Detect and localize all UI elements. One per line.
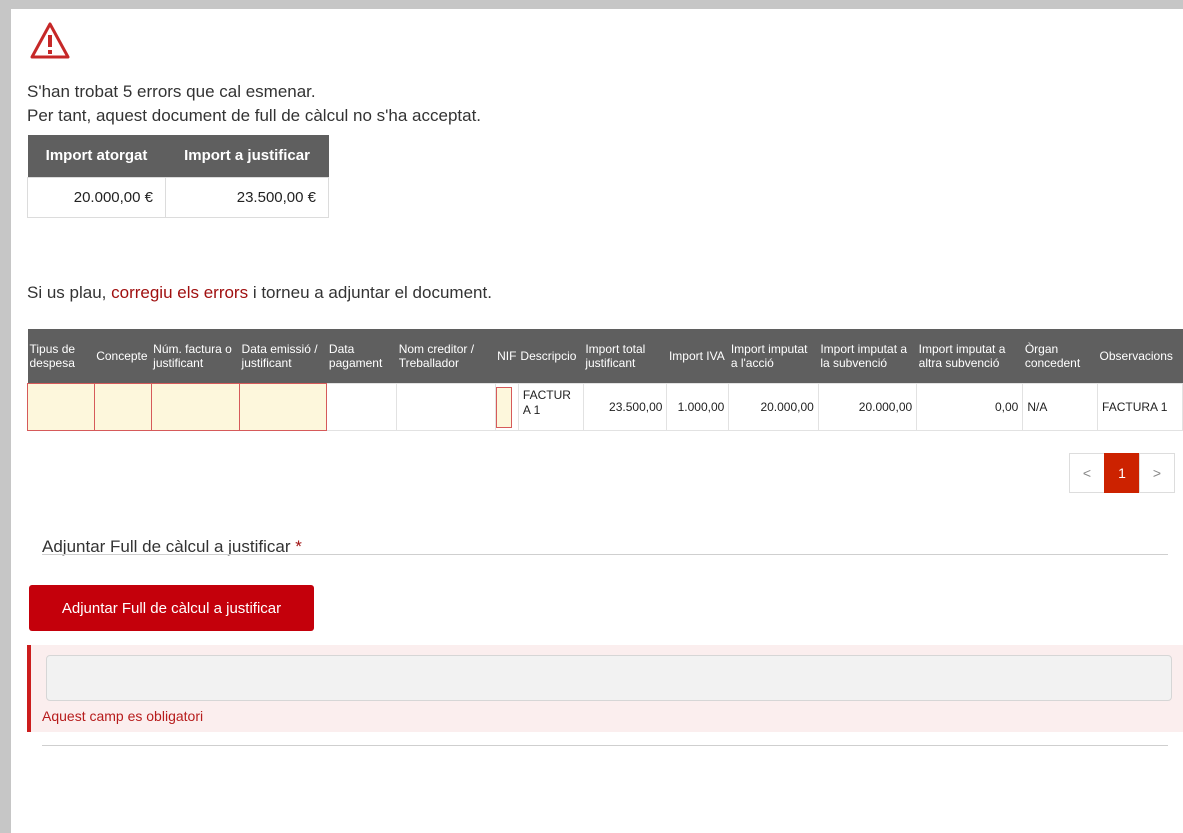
cell-concepte-error[interactable] xyxy=(93,383,152,431)
instruction-text-before: Si us plau, xyxy=(27,283,112,302)
main-panel: S'han trobat 5 errors que cal esmenar. P… xyxy=(11,9,1183,833)
col-header-import-iva: Import IVA xyxy=(666,329,729,384)
next-page-button[interactable]: > xyxy=(1139,453,1175,493)
warning-triangle-icon xyxy=(30,22,70,59)
summary-header-import-a-justificar: Import a justificar xyxy=(165,135,329,177)
cell-nif-error[interactable] xyxy=(496,386,512,428)
file-upload-field[interactable] xyxy=(46,655,1172,701)
summary-values-row: 20.000,00 € 23.500,00 € xyxy=(27,176,329,218)
table-header-row: Tipus de despesa Concepte Núm. factura o… xyxy=(27,329,1183,384)
current-page-button[interactable]: 1 xyxy=(1104,453,1140,493)
cell-nif xyxy=(494,383,519,431)
cell-observacions: FACTURA 1 xyxy=(1097,383,1183,431)
cell-import-total: 23.500,00 xyxy=(582,383,668,431)
col-header-nom-creditor: Nom creditor / Treballador xyxy=(396,329,496,384)
document-rejected-message: Per tant, aquest document de full de càl… xyxy=(27,106,482,125)
summary-value-import-atorgat: 20.000,00 € xyxy=(27,176,166,218)
col-header-tipus-despesa: Tipus de despesa xyxy=(27,329,95,384)
col-header-nif: NIF xyxy=(495,329,519,384)
bottom-divider xyxy=(42,745,1168,746)
cell-import-iva: 1.000,00 xyxy=(666,383,730,431)
cell-data-emissio-error[interactable] xyxy=(239,383,328,431)
cell-num-factura-error[interactable] xyxy=(150,383,241,431)
error-count-message: S'han trobat 5 errors que cal esmenar. xyxy=(27,82,316,101)
col-header-import-subvencio: Import imputat a la subvenció xyxy=(818,329,917,384)
cell-import-accio: 20.000,00 xyxy=(728,383,819,431)
correction-instruction: Si us plau, corregiu els errors i torneu… xyxy=(27,283,492,303)
summary-header-import-atorgat: Import atorgat xyxy=(27,135,166,177)
attach-spreadsheet-button[interactable]: Adjuntar Full de càlcul a justificar xyxy=(29,585,314,631)
cell-organ-concedent: N/A xyxy=(1022,383,1099,431)
table-row: FACTURA 1 23.500,00 1.000,00 20.000,00 2… xyxy=(27,383,1183,431)
correct-errors-link[interactable]: corregiu els errors xyxy=(111,283,248,302)
col-header-import-accio: Import imputat a l'acció xyxy=(728,329,819,384)
cell-nom-creditor xyxy=(396,383,496,431)
cell-import-subvencio: 20.000,00 xyxy=(817,383,918,431)
col-header-descripcio: Descripcio xyxy=(518,329,584,384)
col-header-import-altra-subvencio: Import imputat a altra subvenció xyxy=(916,329,1023,384)
summary-header-row: Import atorgat Import a justificar xyxy=(27,135,329,177)
cell-import-altra-subvencio: 0,00 xyxy=(916,383,1024,431)
amounts-summary-table: Import atorgat Import a justificar 20.00… xyxy=(27,135,329,218)
col-header-organ-concedent: Òrgan concedent xyxy=(1022,329,1098,384)
expenses-validation-table: Tipus de despesa Concepte Núm. factura o… xyxy=(27,329,1183,431)
cell-tipus-despesa-error[interactable] xyxy=(27,383,95,431)
col-header-num-factura: Núm. factura o justificant xyxy=(151,329,240,384)
col-header-data-pagament: Data pagament xyxy=(326,329,397,384)
col-header-concepte: Concepte xyxy=(94,329,152,384)
section-divider xyxy=(42,554,1168,555)
col-header-observacions: Observacions xyxy=(1097,329,1183,384)
cell-descripcio: FACTURA 1 xyxy=(517,383,584,431)
instruction-text-after: i torneu a adjuntar el document. xyxy=(248,283,492,302)
file-field-error-block: Aquest camp es obligatori xyxy=(27,645,1183,732)
col-header-import-total: Import total justificant xyxy=(583,329,667,384)
summary-value-import-a-justificar: 23.500,00 € xyxy=(165,176,329,218)
prev-page-button[interactable]: < xyxy=(1069,453,1105,493)
cell-data-pagament xyxy=(326,383,398,431)
col-header-data-emissio: Data emissió / justificant xyxy=(239,329,327,384)
required-field-error: Aquest camp es obligatori xyxy=(42,708,204,724)
pagination: < 1 > xyxy=(1069,453,1175,493)
